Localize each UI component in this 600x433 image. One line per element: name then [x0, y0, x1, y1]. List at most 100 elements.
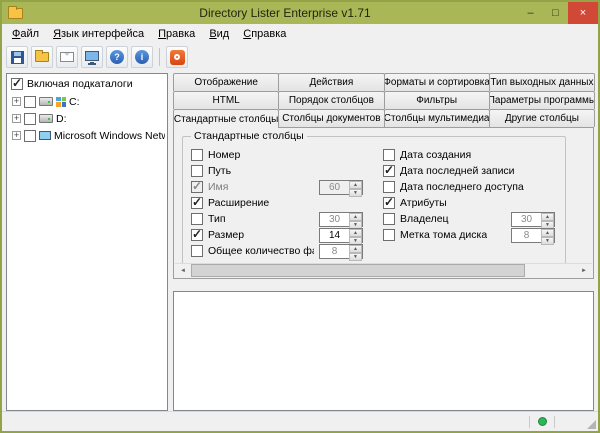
expand-icon[interactable]: + — [12, 131, 21, 140]
menu-interface-language[interactable]: Язык интерфейса — [46, 25, 151, 43]
save-button[interactable] — [6, 46, 28, 68]
main-area: Включая подкаталоги + C: + D: + — [2, 70, 598, 411]
option-extension: Расширение — [191, 195, 363, 211]
drive-checkbox[interactable] — [24, 96, 36, 108]
spinner-up-button[interactable]: ▲ — [349, 181, 362, 189]
settings-area: Отображение Действия Форматы и сортировк… — [173, 73, 594, 411]
checkbox[interactable] — [383, 229, 395, 241]
toolbar-separator — [159, 48, 160, 66]
include-subfolders-option[interactable]: Включая подкаталоги — [9, 77, 165, 93]
checkbox-label: Владелец — [400, 213, 449, 225]
expand-icon[interactable]: + — [12, 114, 21, 123]
spinner-value: 30 — [320, 213, 349, 226]
width-spinner[interactable]: 60 ▲▼ — [319, 180, 363, 195]
tab-document-columns[interactable]: Столбцы документов — [278, 109, 384, 127]
include-subfolders-label: Включая подкаталоги — [27, 78, 133, 90]
checkbox[interactable] — [383, 197, 395, 209]
tab-program-options[interactable]: Параметры программы — [489, 91, 595, 109]
spinner-up-button[interactable]: ▲ — [541, 213, 554, 221]
tree-item-label: C: — [69, 96, 80, 108]
spinner-down-button[interactable]: ▼ — [541, 237, 554, 245]
width-spinner[interactable]: 30 ▲▼ — [511, 212, 555, 227]
open-folder-icon — [35, 52, 49, 62]
checkbox-label: Расширение — [208, 197, 269, 209]
checkbox[interactable] — [191, 181, 203, 193]
include-subfolders-checkbox[interactable] — [11, 78, 23, 90]
option-path: Путь — [191, 163, 363, 179]
horizontal-scrollbar[interactable]: ◄ ► — [175, 263, 592, 277]
expand-icon[interactable]: + — [12, 97, 21, 106]
system-drive-icon — [56, 97, 66, 107]
width-spinner[interactable]: 14 ▲▼ — [319, 228, 363, 243]
option-owner: Владелец 30 ▲▼ — [383, 211, 555, 227]
option-total-files: Общее количество файлов 8 ▲▼ — [191, 243, 363, 259]
about-button[interactable]: i — [131, 46, 153, 68]
spinner-up-button[interactable]: ▲ — [349, 229, 362, 237]
checkbox-label: Метка тома диска — [400, 229, 487, 241]
checkbox-label: Атрибуты — [400, 197, 447, 209]
width-spinner[interactable]: 8 ▲▼ — [319, 244, 363, 259]
sidebar-item-c-drive[interactable]: + C: — [9, 93, 165, 110]
tab-formats-sorting[interactable]: Форматы и сортировка — [384, 73, 490, 91]
minimize-button[interactable]: – — [518, 2, 543, 24]
status-right-panel — [558, 414, 584, 429]
close-button[interactable]: × — [568, 2, 598, 24]
scrollbar-track[interactable] — [525, 264, 576, 277]
checkbox[interactable] — [383, 213, 395, 225]
folder-tree-panel: Включая подкаталоги + C: + D: + — [6, 73, 168, 411]
tab-display[interactable]: Отображение — [173, 73, 279, 91]
spinner-up-button[interactable]: ▲ — [349, 213, 362, 221]
tab-row-2: HTML Порядок столбцов Фильтры Параметры … — [173, 91, 594, 109]
width-spinner[interactable]: 30 ▲▼ — [319, 212, 363, 227]
sidebar-item-network[interactable]: + Microsoft Windows Network — [9, 127, 165, 144]
option-name: Имя 60 ▲▼ — [191, 179, 363, 195]
maximize-button[interactable]: □ — [543, 2, 568, 24]
menu-edit[interactable]: Правка — [151, 25, 202, 43]
menu-file[interactable]: Файл — [5, 25, 46, 43]
spinner-up-button[interactable]: ▲ — [541, 229, 554, 237]
display-button[interactable] — [81, 46, 103, 68]
spinner-up-button[interactable]: ▲ — [349, 245, 362, 253]
scroll-right-button[interactable]: ► — [576, 264, 592, 277]
checkbox[interactable] — [191, 213, 203, 225]
checkbox[interactable] — [191, 149, 203, 161]
right-options-column: Дата создания Дата последней записи Дата… — [383, 147, 555, 259]
checkbox[interactable] — [191, 245, 203, 257]
spinner-value: 8 — [512, 229, 541, 242]
checkbox[interactable] — [383, 181, 395, 193]
tab-actions[interactable]: Действия — [278, 73, 384, 91]
checkbox[interactable] — [383, 149, 395, 161]
tab-output-type[interactable]: Тип выходных данных — [489, 73, 595, 91]
scrollbar-thumb[interactable] — [191, 264, 525, 277]
width-spinner[interactable]: 8 ▲▼ — [511, 228, 555, 243]
exit-button[interactable] — [166, 46, 188, 68]
drive-tree: + C: + D: + Microsoft Windows Network — [9, 93, 165, 144]
resize-grip[interactable] — [587, 420, 596, 429]
checkbox[interactable] — [191, 165, 203, 177]
spinner-value: 30 — [512, 213, 541, 226]
tab-html[interactable]: HTML — [173, 91, 279, 109]
scroll-left-button[interactable]: ◄ — [175, 264, 191, 277]
drive-checkbox[interactable] — [24, 113, 36, 125]
checkbox[interactable] — [191, 229, 203, 241]
sidebar-item-d-drive[interactable]: + D: — [9, 110, 165, 127]
menu-help[interactable]: Справка — [236, 25, 293, 43]
tab-other-columns[interactable]: Другие столбцы — [489, 109, 595, 127]
ready-status-icon — [538, 417, 547, 426]
checkbox[interactable] — [383, 165, 395, 177]
spinner-down-button[interactable]: ▼ — [349, 253, 362, 261]
tab-filters[interactable]: Фильтры — [384, 91, 490, 109]
tab-standard-columns[interactable]: Стандартные столбцы — [173, 109, 279, 128]
left-options-column: Номер Путь Имя 60 ▲▼ — [191, 147, 363, 259]
mail-button[interactable] — [56, 46, 78, 68]
open-button[interactable] — [31, 46, 53, 68]
menu-view[interactable]: Вид — [202, 25, 236, 43]
tab-multimedia-columns[interactable]: Столбцы мультимедиа — [384, 109, 490, 127]
checkbox-label: Путь — [208, 165, 231, 177]
app-folder-icon — [8, 8, 23, 19]
exit-icon — [170, 50, 185, 65]
checkbox[interactable] — [191, 197, 203, 209]
help-button[interactable]: ? — [106, 46, 128, 68]
network-checkbox[interactable] — [24, 130, 36, 142]
tab-column-order[interactable]: Порядок столбцов — [278, 91, 384, 109]
